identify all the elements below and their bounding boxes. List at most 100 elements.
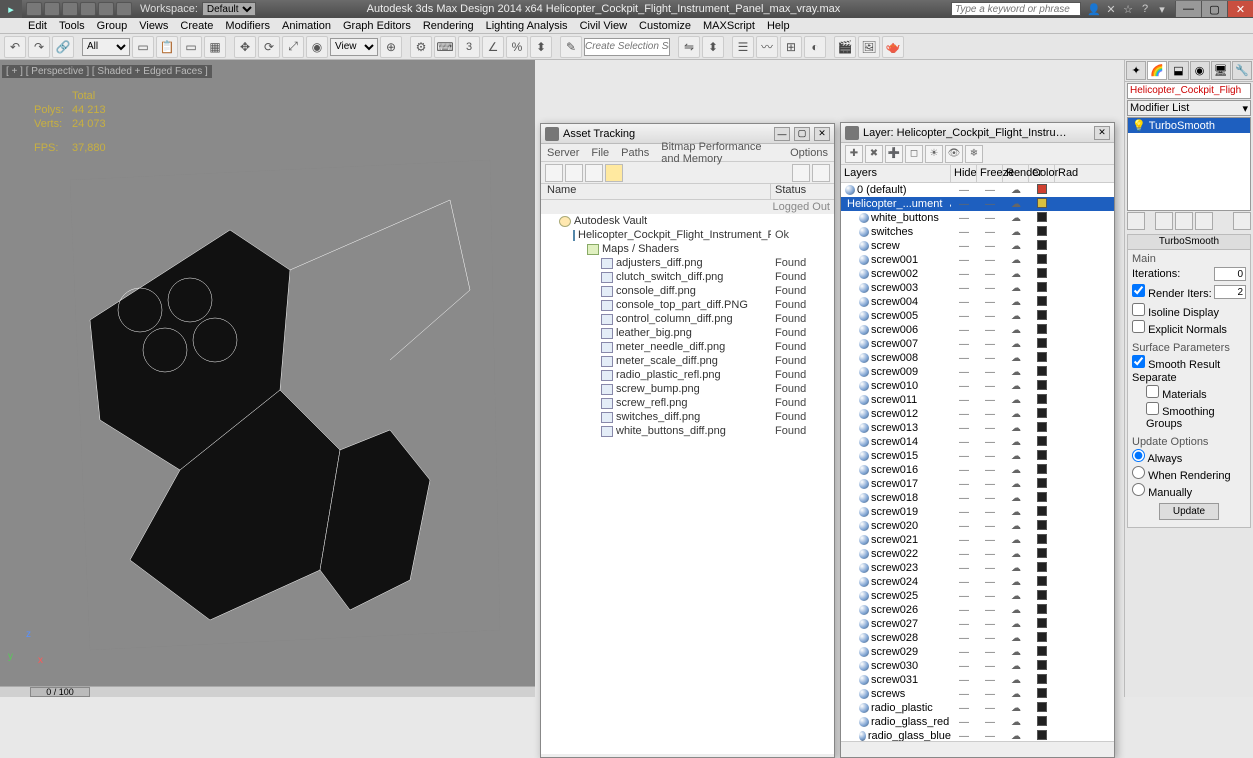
layer-hide-toggle[interactable]: —: [951, 311, 977, 322]
layer-hide-toggle[interactable]: —: [951, 409, 977, 420]
layer-hide-toggle[interactable]: —: [951, 549, 977, 560]
asset-col-status[interactable]: Status: [771, 184, 834, 199]
object-name-field[interactable]: Helicopter_Cockpit_Fligh: [1127, 83, 1251, 99]
select-object-icon[interactable]: ▭: [132, 36, 154, 58]
layer-render-toggle[interactable]: ☁: [1003, 535, 1029, 546]
color-swatch[interactable]: [1037, 450, 1047, 460]
layer-freeze-toggle[interactable]: —: [977, 605, 1003, 616]
color-swatch[interactable]: [1037, 506, 1047, 516]
menu-create[interactable]: Create: [174, 20, 219, 32]
layer-freeze-toggle[interactable]: —: [977, 339, 1003, 350]
layer-render-toggle[interactable]: ☁: [1003, 577, 1029, 588]
color-swatch[interactable]: [1037, 436, 1047, 446]
layer-hide-toggle[interactable]: —: [951, 493, 977, 504]
color-swatch[interactable]: [1037, 590, 1047, 600]
layer-freeze-toggle[interactable]: —: [977, 213, 1003, 224]
menu-graph-editors[interactable]: Graph Editors: [337, 20, 417, 32]
layers-icon[interactable]: ☰: [732, 36, 754, 58]
layer-hide-toggle[interactable]: —: [951, 269, 977, 280]
asset-menu-paths[interactable]: Paths: [615, 147, 655, 159]
layer-freeze-toggle[interactable]: —: [977, 563, 1003, 574]
layer-render-toggle[interactable]: ☁: [1003, 717, 1029, 728]
highlight-layer-icon[interactable]: ☀: [925, 145, 943, 163]
color-swatch[interactable]: [1037, 394, 1047, 404]
layer-render-toggle[interactable]: ☁: [1003, 367, 1029, 378]
display-tab-icon[interactable]: 🖥: [1211, 61, 1231, 80]
layer-freeze-toggle[interactable]: —: [977, 423, 1003, 434]
menu-civil-view[interactable]: Civil View: [574, 20, 633, 32]
layer-freeze-toggle[interactable]: —: [977, 241, 1003, 252]
layer-row[interactable]: screw026——☁: [841, 603, 1114, 617]
create-tab-icon[interactable]: ✦: [1126, 61, 1146, 80]
asset-row[interactable]: leather_big.pngFound: [541, 326, 834, 340]
layer-render-toggle[interactable]: ☁: [1003, 311, 1029, 322]
when-rendering-radio[interactable]: When Rendering: [1132, 466, 1246, 482]
layer-freeze-toggle[interactable]: —: [977, 703, 1003, 714]
asset-menu-bitmap-performance-and-memory[interactable]: Bitmap Performance and Memory: [655, 141, 784, 165]
spinner-snap-icon[interactable]: ⬍: [530, 36, 552, 58]
layer-row[interactable]: screw006——☁: [841, 323, 1114, 337]
layer-row[interactable]: radio_plastic——☁: [841, 701, 1114, 715]
close-button[interactable]: ✕: [1227, 1, 1253, 17]
render-setup-icon[interactable]: 🎬: [834, 36, 856, 58]
layer-hide-toggle[interactable]: —: [951, 437, 977, 448]
layer-row[interactable]: screw022——☁: [841, 547, 1114, 561]
color-swatch[interactable]: [1037, 478, 1047, 488]
layer-row[interactable]: screw031——☁: [841, 673, 1114, 687]
asset-highlight-icon[interactable]: [605, 164, 623, 182]
color-swatch[interactable]: [1037, 408, 1047, 418]
color-swatch[interactable]: [1037, 282, 1047, 292]
layer-freeze-toggle[interactable]: —: [977, 717, 1003, 728]
layer-hide-toggle[interactable]: —: [951, 339, 977, 350]
redo-icon[interactable]: ↷: [28, 36, 50, 58]
asset-row[interactable]: Helicopter_Cockpit_Flight_Instrument_Pan…: [541, 228, 834, 242]
color-swatch[interactable]: [1037, 688, 1047, 698]
layer-render-toggle[interactable]: ☁: [1003, 507, 1029, 518]
menu-customize[interactable]: Customize: [633, 20, 697, 32]
smoothing-groups-checkbox[interactable]: Smoothing Groups: [1132, 402, 1246, 430]
asset-refresh-icon[interactable]: [545, 164, 563, 182]
signin-icon[interactable]: 👤: [1087, 2, 1101, 16]
layer-hide-toggle[interactable]: —: [951, 185, 977, 196]
asset-tree[interactable]: Autodesk VaultHelicopter_Cockpit_Flight_…: [541, 214, 834, 754]
layer-render-toggle[interactable]: ☁: [1003, 465, 1029, 476]
asset-row[interactable]: screw_refl.pngFound: [541, 396, 834, 410]
render-iters-checkbox[interactable]: Render Iters:: [1132, 284, 1212, 300]
color-swatch[interactable]: [1037, 198, 1047, 208]
layer-row[interactable]: 0 (default)——☁: [841, 183, 1114, 197]
layer-hide-toggle[interactable]: —: [951, 521, 977, 532]
color-swatch[interactable]: [1037, 240, 1047, 250]
schematic-icon[interactable]: ⊞: [780, 36, 802, 58]
color-swatch[interactable]: [1037, 352, 1047, 362]
layer-freeze-toggle[interactable]: —: [977, 297, 1003, 308]
menu-group[interactable]: Group: [91, 20, 134, 32]
layer-render-toggle[interactable]: ☁: [1003, 647, 1029, 658]
layer-row[interactable]: screw011——☁: [841, 393, 1114, 407]
layer-render-toggle[interactable]: ☁: [1003, 563, 1029, 574]
layer-hide-toggle[interactable]: —: [951, 213, 977, 224]
modifier-stack-item[interactable]: 💡 TurboSmooth: [1128, 118, 1250, 133]
layer-row[interactable]: screw027——☁: [841, 617, 1114, 631]
materials-checkbox[interactable]: Materials: [1132, 385, 1246, 401]
qat-redo-icon[interactable]: [98, 2, 114, 16]
layer-render-toggle[interactable]: ☁: [1003, 493, 1029, 504]
layer-row[interactable]: screw009——☁: [841, 365, 1114, 379]
layer-render-toggle[interactable]: ☁: [1003, 283, 1029, 294]
layer-freeze-toggle[interactable]: —: [977, 731, 1003, 742]
color-swatch[interactable]: [1037, 268, 1047, 278]
layer-hide-toggle[interactable]: —: [951, 395, 977, 406]
color-swatch[interactable]: [1037, 716, 1047, 726]
layer-freeze-toggle[interactable]: —: [977, 437, 1003, 448]
layer-render-toggle[interactable]: ☁: [1003, 549, 1029, 560]
layer-columns-header[interactable]: Layers Hide Freeze Render Color Rad: [841, 165, 1114, 183]
always-radio[interactable]: Always: [1132, 449, 1246, 465]
color-swatch[interactable]: [1037, 422, 1047, 432]
layer-render-toggle[interactable]: ☁: [1003, 269, 1029, 280]
curve-editor-icon[interactable]: 〰: [756, 36, 778, 58]
color-swatch[interactable]: [1037, 492, 1047, 502]
layer-freeze-toggle[interactable]: —: [977, 269, 1003, 280]
menu-tools[interactable]: Tools: [53, 20, 91, 32]
color-swatch[interactable]: [1037, 604, 1047, 614]
layer-row[interactable]: screws——☁: [841, 687, 1114, 701]
layer-freeze-toggle[interactable]: —: [977, 255, 1003, 266]
